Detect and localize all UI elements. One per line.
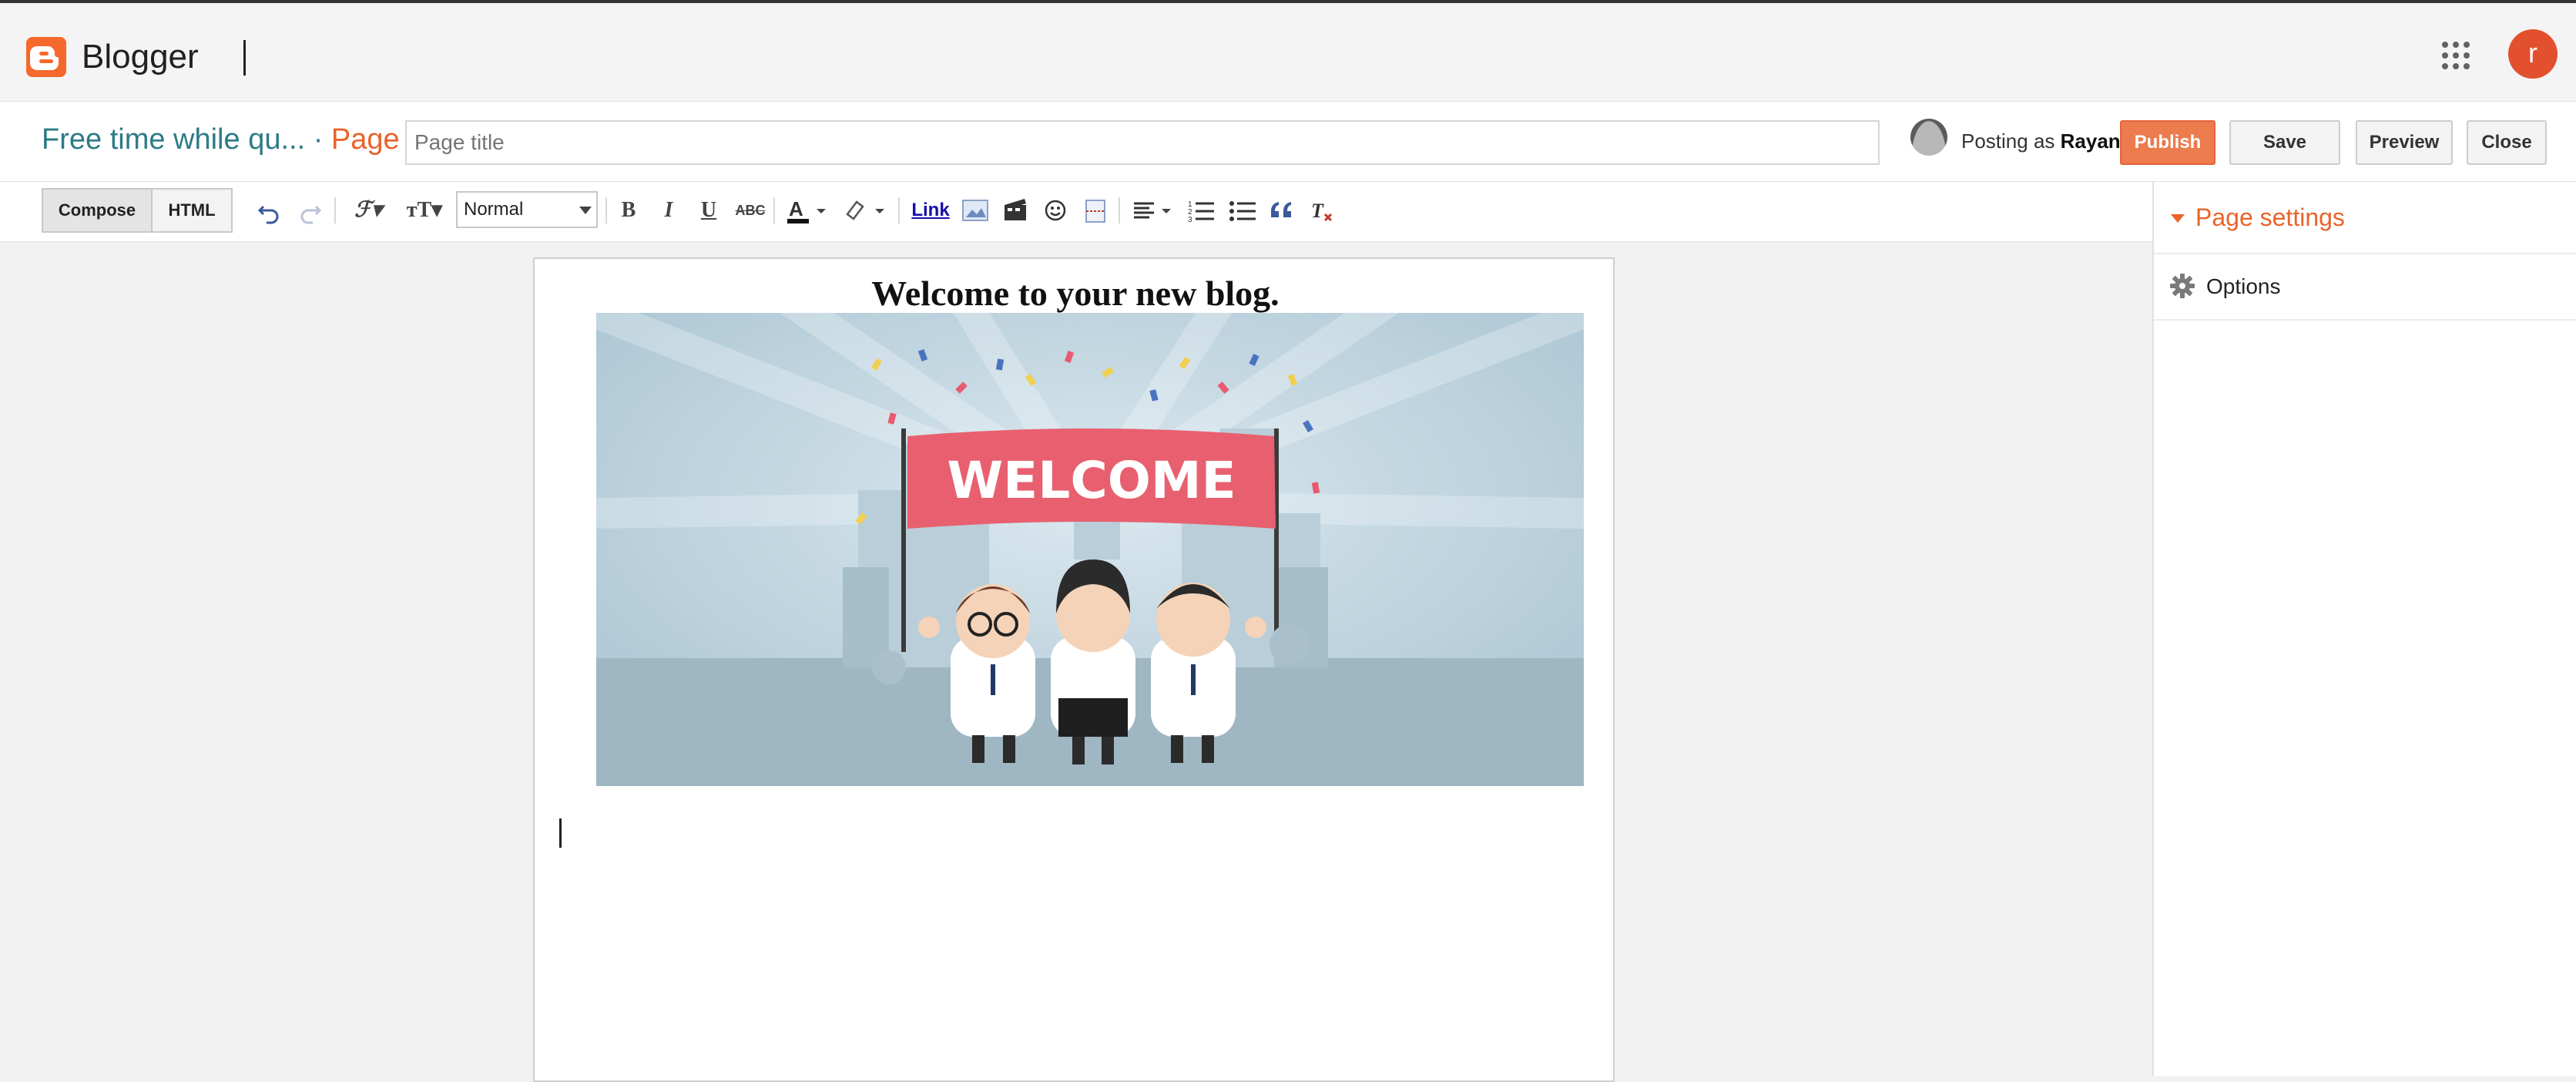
editor-canvas[interactable]: Welcome to your new blog. WELCOME xyxy=(533,257,1615,1082)
page-settings-panel: Page settings Options xyxy=(2152,182,2576,1076)
post-title-bar: Free time while qu... · Page Posting as … xyxy=(0,102,2576,182)
text-color-icon[interactable]: A xyxy=(786,194,830,227)
underline-icon[interactable]: U xyxy=(696,194,721,227)
page-settings-title: Page settings xyxy=(2195,203,2345,231)
editor-toolbar: Compose HTML ℱ▾ ᴛT▾ Normal B I U ABC A L… xyxy=(0,182,2152,242)
blog-name-link[interactable]: Free time while qu... xyxy=(42,123,305,156)
bold-icon[interactable]: B xyxy=(616,194,641,227)
strikethrough-icon[interactable]: ABC xyxy=(735,194,766,227)
toolbar-divider xyxy=(1119,197,1120,223)
apps-grid-icon[interactable] xyxy=(2440,40,2471,71)
chevron-down-icon xyxy=(579,207,592,214)
gear-icon xyxy=(2169,273,2195,303)
author-avatar-icon xyxy=(1910,119,1947,156)
video-icon[interactable] xyxy=(1000,194,1031,227)
save-button[interactable]: Save xyxy=(2229,120,2340,165)
page-settings-header[interactable]: Page settings xyxy=(2154,182,2576,254)
toolbar-divider xyxy=(898,197,900,223)
svg-text:3: 3 xyxy=(1188,216,1192,224)
text-cursor xyxy=(559,818,562,848)
sidebar-item-options[interactable]: Options xyxy=(2154,254,2576,321)
jump-break-icon[interactable] xyxy=(1082,194,1109,227)
numbered-list-icon[interactable]: 123 xyxy=(1186,194,1217,227)
toolbar-divider xyxy=(605,197,607,223)
blog-breadcrumb: Free time while qu... · Page xyxy=(42,123,400,156)
close-button[interactable]: Close xyxy=(2467,120,2547,165)
font-size-icon[interactable]: ᴛT▾ xyxy=(401,194,448,227)
brand-name: Blogger xyxy=(82,38,199,76)
collapse-triangle-icon xyxy=(2171,214,2185,223)
posting-prefix: Posting as xyxy=(1961,129,2055,153)
account-avatar[interactable]: r xyxy=(2508,29,2558,79)
preview-button[interactable]: Preview xyxy=(2356,120,2453,165)
editor-workspace: Welcome to your new blog. WELCOME xyxy=(0,242,2152,1082)
sidebar-item-label: Options xyxy=(2206,274,2281,298)
link-button[interactable]: Link xyxy=(909,194,952,227)
quote-icon[interactable] xyxy=(1268,194,1296,227)
svg-text:A: A xyxy=(789,197,803,220)
format-select-value: Normal xyxy=(464,199,524,220)
emoji-icon[interactable] xyxy=(1041,194,1069,227)
italic-icon[interactable]: I xyxy=(656,194,681,227)
bulleted-list-icon[interactable] xyxy=(1228,194,1259,227)
redo-icon[interactable] xyxy=(296,194,324,227)
toolbar-divider xyxy=(773,197,775,223)
undo-icon[interactable] xyxy=(256,194,283,227)
publish-button[interactable]: Publish xyxy=(2120,120,2215,165)
app-bar: Blogger r xyxy=(0,3,2576,102)
format-select[interactable]: Normal xyxy=(456,191,598,228)
remove-formatting-icon[interactable]: T xyxy=(1308,194,1336,227)
blogger-logo-icon[interactable] xyxy=(26,37,66,77)
toolbar-divider xyxy=(334,197,336,223)
welcome-banner-image[interactable]: WELCOME xyxy=(596,313,1584,786)
compose-mode-button[interactable]: Compose xyxy=(42,188,153,233)
html-mode-button[interactable]: HTML xyxy=(151,188,233,233)
highlight-icon[interactable] xyxy=(841,194,889,227)
posting-user: Rayan xyxy=(2060,129,2121,153)
align-icon[interactable] xyxy=(1131,194,1177,227)
posting-as-text: Posting as Rayan xyxy=(1961,129,2121,153)
svg-text:T: T xyxy=(1311,200,1324,222)
breadcrumb-separator: · xyxy=(313,123,324,156)
font-family-icon[interactable]: ℱ▾ xyxy=(345,194,391,227)
content-type-label: Page xyxy=(330,123,400,156)
page-title-input[interactable] xyxy=(405,120,1880,165)
banner-text: WELCOME xyxy=(947,451,1236,510)
post-heading: Welcome to your new blog. xyxy=(871,274,1280,313)
image-icon[interactable] xyxy=(960,194,991,227)
brand-divider xyxy=(243,40,246,76)
